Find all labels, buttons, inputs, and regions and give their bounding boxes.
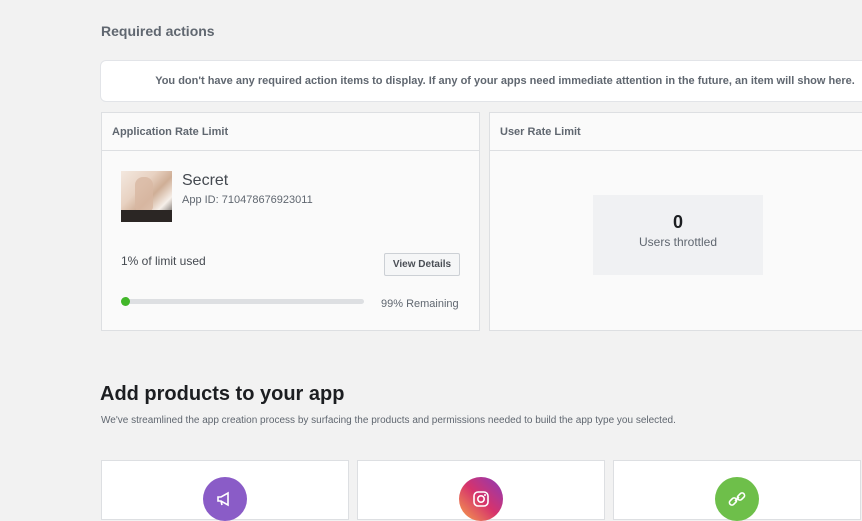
view-details-button[interactable]: View Details bbox=[384, 253, 460, 276]
add-products-title: Add products to your app bbox=[100, 383, 345, 405]
card-title: Application Rate Limit bbox=[112, 125, 229, 138]
add-products-subtitle: We've streamlined the app creation proce… bbox=[101, 415, 676, 426]
user-rate-limit-card: User Rate Limit 0 Users throttled bbox=[489, 112, 862, 331]
thumbnail-figure bbox=[135, 177, 153, 211]
users-throttled-stat: 0 Users throttled bbox=[593, 195, 763, 275]
link-icon bbox=[715, 477, 759, 521]
progress-indicator bbox=[121, 297, 130, 306]
product-card-1[interactable] bbox=[101, 460, 349, 521]
app-id: App ID: 710478676923011 bbox=[182, 194, 313, 206]
card-header: Application Rate Limit bbox=[102, 113, 479, 151]
remaining-text: 99% Remaining bbox=[381, 298, 459, 310]
product-card-3[interactable] bbox=[613, 460, 861, 521]
notice-text: You don't have any required action items… bbox=[155, 75, 855, 87]
app-thumbnail[interactable] bbox=[121, 171, 172, 222]
rate-limit-progress-bar bbox=[121, 297, 364, 306]
product-card-2[interactable] bbox=[357, 460, 605, 521]
card-title: User Rate Limit bbox=[500, 125, 581, 138]
throttled-count: 0 bbox=[672, 212, 683, 232]
megaphone-icon bbox=[203, 477, 247, 521]
card-header: User Rate Limit bbox=[490, 113, 862, 151]
limit-used-text: 1% of limit used bbox=[121, 254, 206, 268]
required-actions-notice: You don't have any required action items… bbox=[100, 60, 862, 102]
required-actions-title: Required actions bbox=[101, 23, 215, 39]
instagram-icon bbox=[459, 477, 503, 521]
app-name[interactable]: Secret bbox=[182, 172, 228, 190]
application-rate-limit-card: Application Rate Limit Secret App ID: 71… bbox=[101, 112, 480, 331]
thumbnail-base bbox=[121, 210, 172, 222]
throttled-label: Users throttled bbox=[638, 235, 718, 249]
